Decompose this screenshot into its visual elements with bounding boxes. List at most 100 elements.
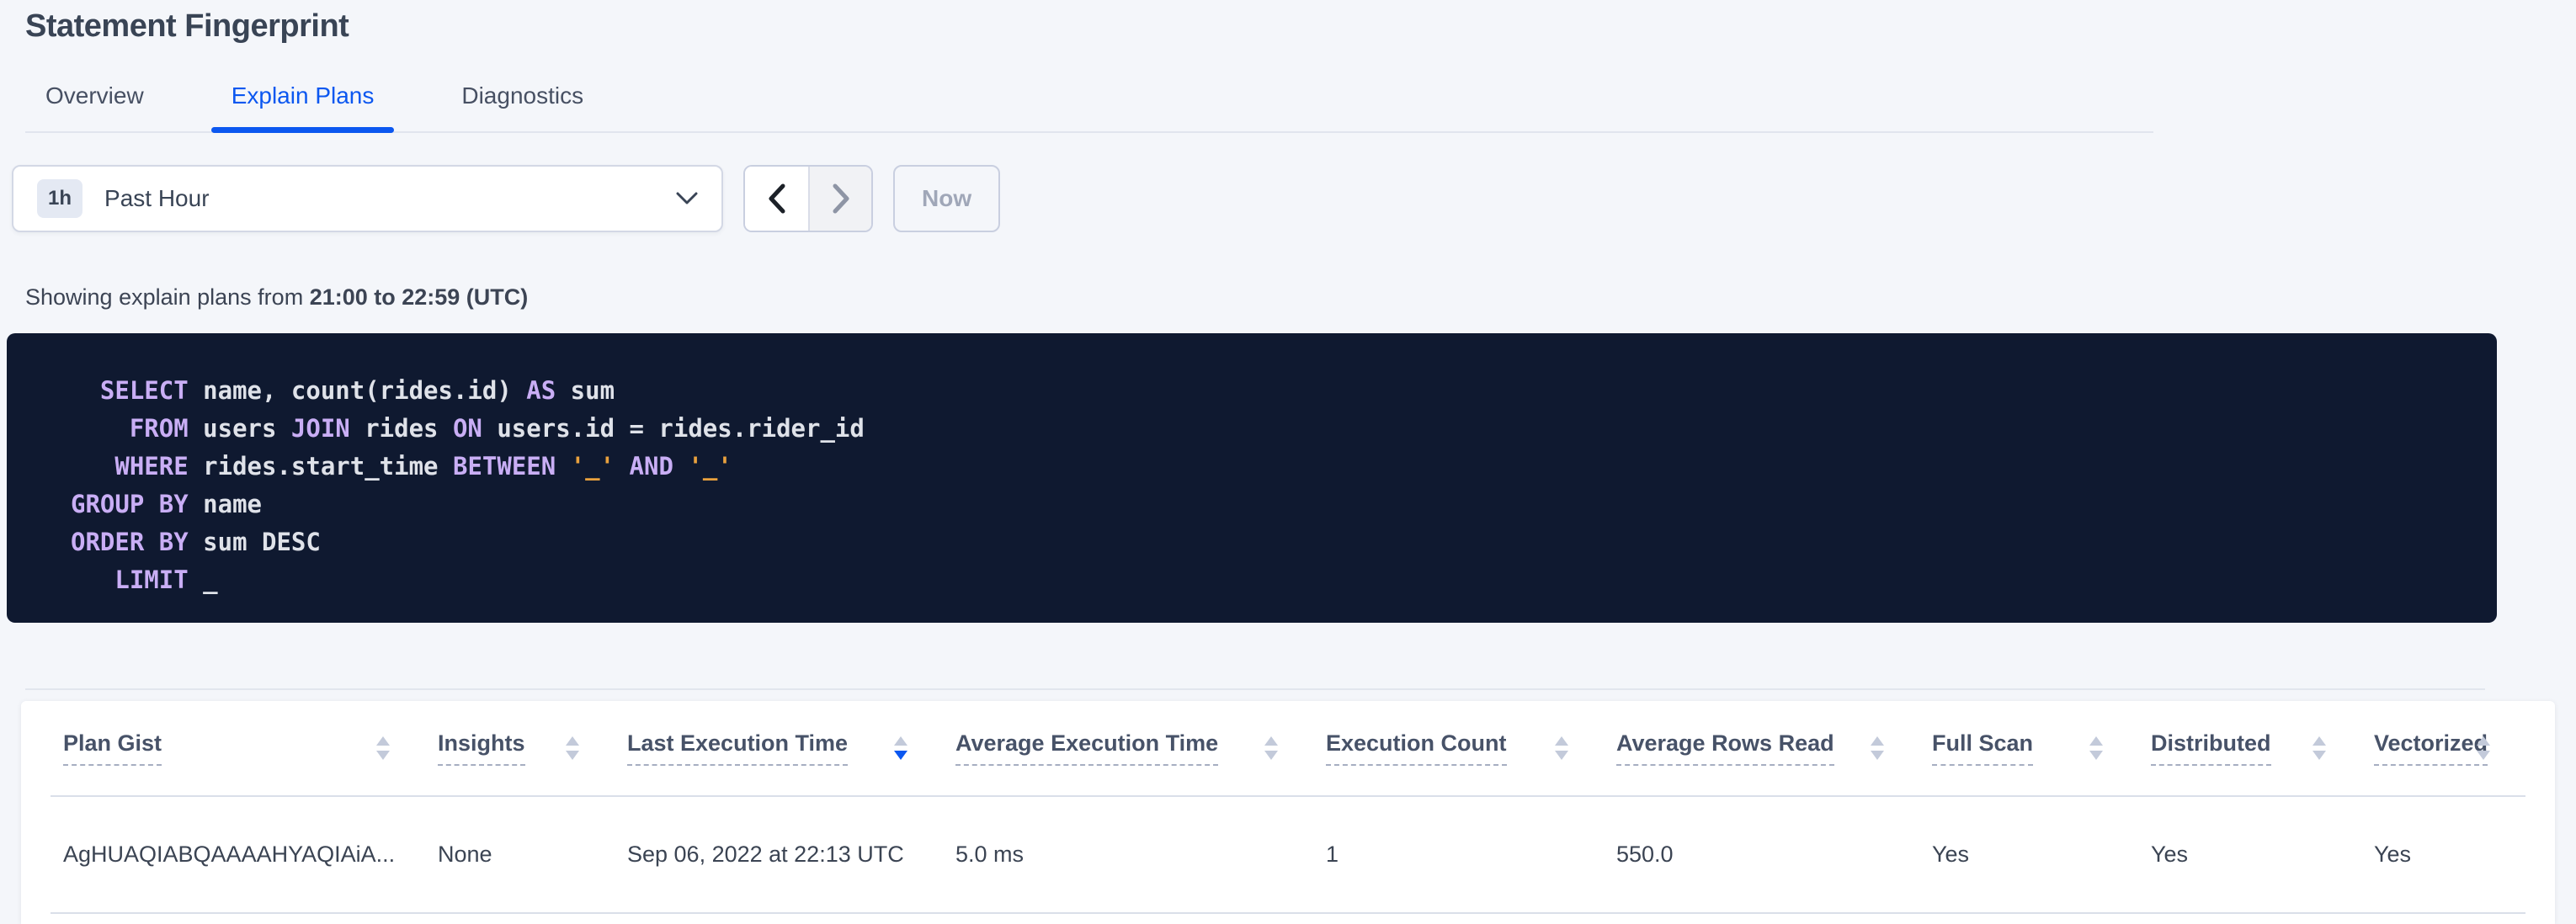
sql-token-keyword: WHERE [114, 452, 188, 481]
table-header-row: Plan Gist Insights Last Execution Time Aver… [51, 701, 2525, 796]
sql-token-keyword: GROUP BY [71, 490, 189, 518]
sql-token-string: '_' [688, 452, 732, 481]
sql-token-keyword: SELECT [100, 376, 189, 405]
cell-last-execution-time: Sep 06, 2022 at 22:13 UTC [615, 796, 943, 913]
explain-plans-table: Plan Gist Insights Last Execution Time Aver… [51, 701, 2525, 914]
column-header-last-execution-time[interactable]: Last Execution Time [615, 701, 943, 796]
sql-token-keyword: LIMIT [114, 566, 188, 594]
sort-down-arrow-icon[interactable] [376, 751, 390, 760]
sort-up-arrow-icon[interactable] [1871, 736, 1884, 746]
next-time-range-button[interactable] [808, 167, 871, 231]
sql-token-keyword: AS [526, 376, 556, 405]
explain-plans-table-card: Plan Gist Insights Last Execution Time Aver… [21, 701, 2555, 924]
sql-token-plain: rides.start_time [189, 452, 453, 481]
cell-distributed: Yes [2138, 796, 2361, 913]
sql-token-plain [71, 452, 114, 481]
tab-overview[interactable]: Overview [25, 82, 164, 131]
tab-explain-plans[interactable]: Explain Plans [211, 82, 395, 131]
sql-token-plain: users.id = rides.rider_id [482, 414, 865, 443]
now-button[interactable]: Now [893, 165, 1000, 232]
time-range-step-group [743, 165, 873, 232]
sort-down-arrow-icon[interactable] [566, 751, 579, 760]
sort-up-arrow-icon[interactable] [894, 736, 907, 746]
time-range-badge: 1h [37, 179, 82, 218]
cell-vectorized: Yes [2361, 796, 2525, 913]
column-header-distributed[interactable]: Distributed [2138, 701, 2361, 796]
column-header-average-execution-time[interactable]: Average Execution Time [943, 701, 1313, 796]
sort-down-arrow-icon[interactable] [2477, 751, 2490, 760]
statement-fingerprint-page: Statement Fingerprint Overview Explain Pl… [0, 7, 2576, 690]
column-label[interactable]: Full Scan [1932, 730, 2033, 766]
sort-up-arrow-icon[interactable] [1555, 736, 1568, 746]
tab-diagnostics[interactable]: Diagnostics [441, 82, 604, 131]
cell-plan-gist[interactable]: AgHUAQIABQAAAAHYAQIAiA... [51, 796, 425, 913]
cell-full-scan: Yes [1919, 796, 2138, 913]
sort-icon[interactable] [376, 736, 390, 760]
page-title: Statement Fingerprint [25, 7, 2576, 45]
sort-icon[interactable] [566, 736, 579, 760]
sql-token-plain: sum DESC [189, 528, 321, 556]
sort-up-arrow-icon[interactable] [376, 736, 390, 746]
column-label[interactable]: Vectorized [2374, 730, 2488, 766]
sql-token-plain [556, 452, 570, 481]
sort-icon[interactable] [894, 736, 907, 760]
sort-up-arrow-icon[interactable] [2313, 736, 2326, 746]
time-toolbar: 1h Past Hour Now [12, 165, 2576, 232]
sql-token-keyword: JOIN [291, 414, 350, 443]
column-label[interactable]: Average Execution Time [955, 730, 1218, 766]
sql-token-keyword: BETWEEN [453, 452, 556, 481]
sort-up-arrow-icon[interactable] [2477, 736, 2490, 746]
sort-down-arrow-icon[interactable] [2089, 751, 2103, 760]
sql-token-plain: name, count(rides.id) [189, 376, 527, 405]
section-divider [25, 688, 2485, 690]
tab-bar: Overview Explain Plans Diagnostics [25, 82, 2153, 133]
cell-average-rows-read: 550.0 [1604, 796, 1919, 913]
sql-statement-box: SELECT name, count(rides.id) AS sum FROM… [7, 333, 2497, 623]
chevron-down-icon [676, 192, 698, 205]
column-header-plan-gist[interactable]: Plan Gist [51, 701, 425, 796]
sql-token-string: '_' [571, 452, 615, 481]
sql-token-plain [71, 566, 114, 594]
sort-up-arrow-icon[interactable] [2089, 736, 2103, 746]
cell-insights: None [425, 796, 615, 913]
sql-line: SELECT name, count(rides.id) AS sum [71, 372, 2463, 410]
time-range-label: Past Hour [104, 185, 676, 212]
column-label[interactable]: Distributed [2151, 730, 2271, 766]
sort-icon[interactable] [2313, 736, 2326, 760]
prev-time-range-button[interactable] [745, 167, 808, 231]
sql-token-plain [673, 452, 688, 481]
sql-line: FROM users JOIN rides ON users.id = ride… [71, 410, 2463, 448]
sort-down-arrow-icon[interactable] [1871, 751, 1884, 760]
sort-up-arrow-icon[interactable] [1264, 736, 1278, 746]
sort-icon[interactable] [2089, 736, 2103, 760]
sort-down-arrow-icon[interactable] [894, 751, 907, 760]
sql-token-plain: _ [189, 566, 218, 594]
sql-line: LIMIT _ [71, 561, 2463, 599]
column-header-insights[interactable]: Insights [425, 701, 615, 796]
sort-up-arrow-icon[interactable] [566, 736, 579, 746]
sql-token-keyword: ON [453, 414, 482, 443]
column-label[interactable]: Plan Gist [63, 730, 162, 766]
sql-token-keyword: AND [630, 452, 673, 481]
sort-icon[interactable] [2477, 736, 2490, 760]
sort-down-arrow-icon[interactable] [1264, 751, 1278, 760]
sql-line: GROUP BY name [71, 486, 2463, 523]
cell-execution-count: 1 [1313, 796, 1604, 913]
sort-icon[interactable] [1264, 736, 1278, 760]
sort-icon[interactable] [1871, 736, 1884, 760]
column-header-average-rows-read[interactable]: Average Rows Read [1604, 701, 1919, 796]
sql-token-plain: sum [556, 376, 615, 405]
column-header-vectorized[interactable]: Vectorized [2361, 701, 2525, 796]
column-header-full-scan[interactable]: Full Scan [1919, 701, 2138, 796]
column-label[interactable]: Last Execution Time [627, 730, 848, 766]
column-label[interactable]: Insights [438, 730, 525, 766]
table-row[interactable]: AgHUAQIABQAAAAHYAQIAiA...NoneSep 06, 202… [51, 796, 2525, 913]
sort-icon[interactable] [1555, 736, 1568, 760]
time-range-dropdown[interactable]: 1h Past Hour [12, 165, 723, 232]
sort-down-arrow-icon[interactable] [2313, 751, 2326, 760]
column-label[interactable]: Execution Count [1326, 730, 1507, 766]
column-label[interactable]: Average Rows Read [1616, 730, 1834, 766]
sort-down-arrow-icon[interactable] [1555, 751, 1568, 760]
column-header-execution-count[interactable]: Execution Count [1313, 701, 1604, 796]
cell-average-execution-time: 5.0 ms [943, 796, 1313, 913]
